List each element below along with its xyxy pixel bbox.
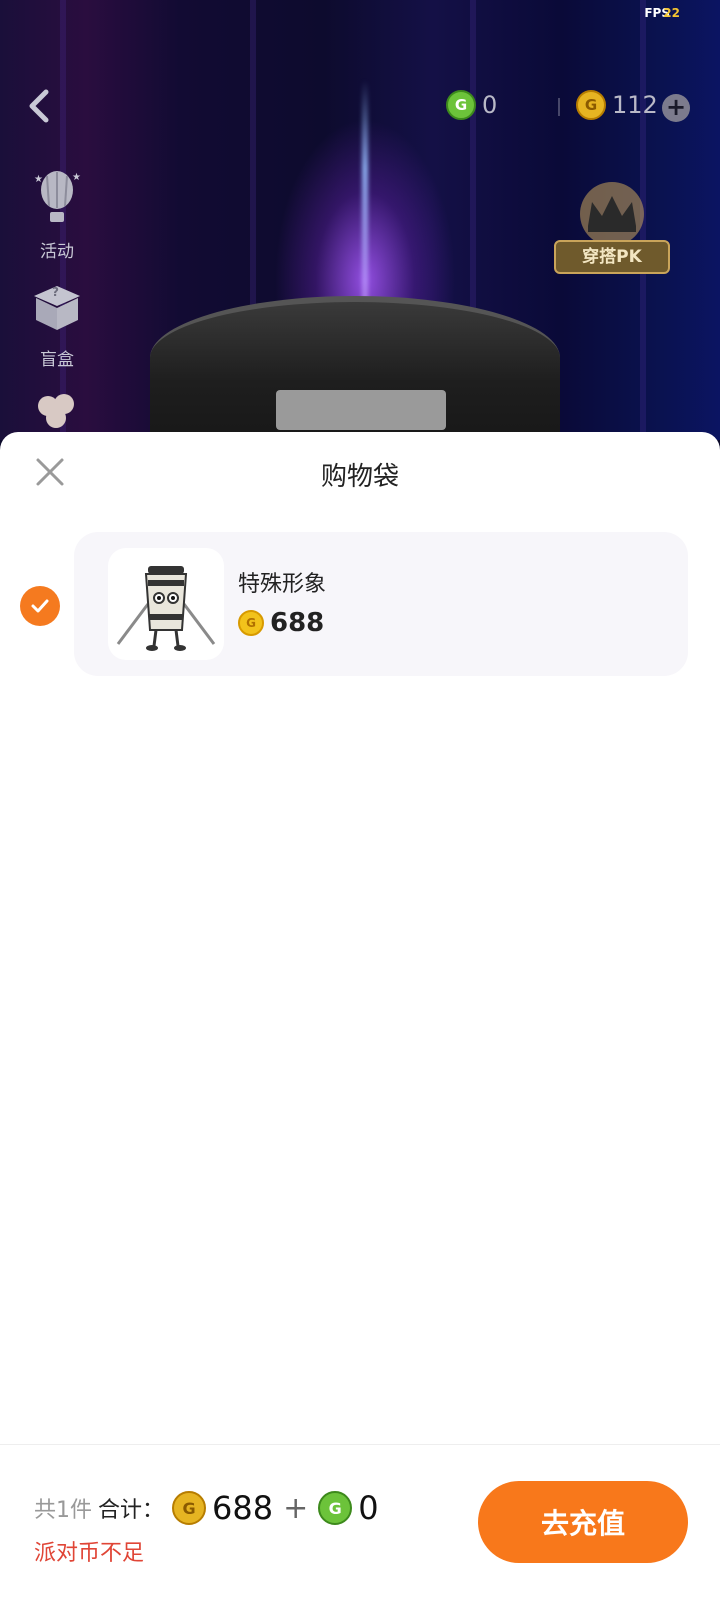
svg-text:★: ★ bbox=[72, 172, 81, 183]
gold-coin-balance: G 112 bbox=[576, 90, 658, 120]
green-total: G 0 bbox=[318, 1489, 379, 1527]
back-button[interactable] bbox=[22, 86, 58, 126]
item-select-checkbox[interactable] bbox=[20, 586, 60, 626]
green-total-value: 0 bbox=[358, 1489, 379, 1527]
gold-coin-icon: G bbox=[576, 90, 606, 120]
insufficient-coins-warning: 派对币不足 bbox=[34, 1541, 145, 1566]
svg-text:★: ★ bbox=[34, 174, 43, 185]
background-scene: FPS 22 G 0 G 112 + ★ ★ 活动 ? 盲盒 穿搭PK bbox=[0, 0, 720, 502]
checkmark-icon bbox=[31, 599, 49, 613]
order-summary: 共1件 合计： G 688 + G 0 bbox=[34, 1489, 379, 1527]
cart-item[interactable]: 特殊形象 G 688 bbox=[74, 532, 688, 676]
cup-character-image bbox=[116, 566, 216, 651]
outfit-pk-label: 穿搭PK bbox=[554, 240, 670, 274]
gold-coin-icon: G bbox=[172, 1491, 207, 1525]
balance-divider bbox=[558, 98, 560, 116]
item-price: G 688 bbox=[238, 608, 324, 638]
gold-coin-icon: G bbox=[238, 610, 264, 636]
app-root: FPS 22 G 0 G 112 + ★ ★ 活动 ? 盲盒 穿搭PK 购物袋 … bbox=[0, 0, 720, 1600]
sheet-title: 购物袋 bbox=[320, 462, 399, 492]
item-count: 共1件 bbox=[34, 1498, 92, 1523]
gold-coin-amount: 112 bbox=[612, 91, 658, 119]
item-price-value: 688 bbox=[270, 608, 325, 638]
chevron-left-icon bbox=[29, 89, 49, 123]
green-coin-amount: 0 bbox=[482, 91, 498, 119]
svg-text:?: ? bbox=[52, 285, 59, 299]
spotlight-beam bbox=[362, 80, 368, 300]
fps-value: 22 bbox=[663, 6, 680, 20]
green-coin-icon: G bbox=[446, 90, 476, 120]
crown-icon bbox=[580, 182, 644, 246]
character-preview-band bbox=[276, 390, 446, 430]
plus-sign: + bbox=[283, 1490, 309, 1526]
shopping-bag-sheet: 购物袋 特殊形象 G 688 bbox=[0, 432, 720, 1600]
checkout-bar: 共1件 合计： G 688 + G 0 派对币不足 去充值 bbox=[0, 1444, 720, 1600]
mystery-box-icon: ? bbox=[34, 285, 80, 330]
green-coin-icon: G bbox=[318, 1491, 353, 1525]
total-label: 合计： bbox=[98, 1498, 165, 1523]
sidebar-item-label: 活动 bbox=[40, 242, 74, 262]
outfit-pk-badge[interactable]: 穿搭PK bbox=[552, 178, 672, 278]
gold-total-value: 688 bbox=[212, 1489, 274, 1527]
sidebar-item-blind-box[interactable]: ? 盲盒 bbox=[22, 276, 92, 370]
sidebar-item-activity[interactable]: ★ ★ 活动 bbox=[22, 168, 92, 262]
recharge-button[interactable]: 去充值 bbox=[478, 1481, 688, 1563]
item-thumbnail bbox=[108, 548, 224, 660]
green-coin-balance: G 0 bbox=[446, 90, 497, 120]
add-coins-button[interactable]: + bbox=[662, 94, 690, 122]
gold-total: G 688 bbox=[172, 1489, 273, 1527]
hot-air-balloon-icon: ★ ★ bbox=[34, 171, 81, 222]
sidebar-item-label: 盲盒 bbox=[40, 350, 74, 370]
item-name: 特殊形象 bbox=[238, 572, 327, 597]
